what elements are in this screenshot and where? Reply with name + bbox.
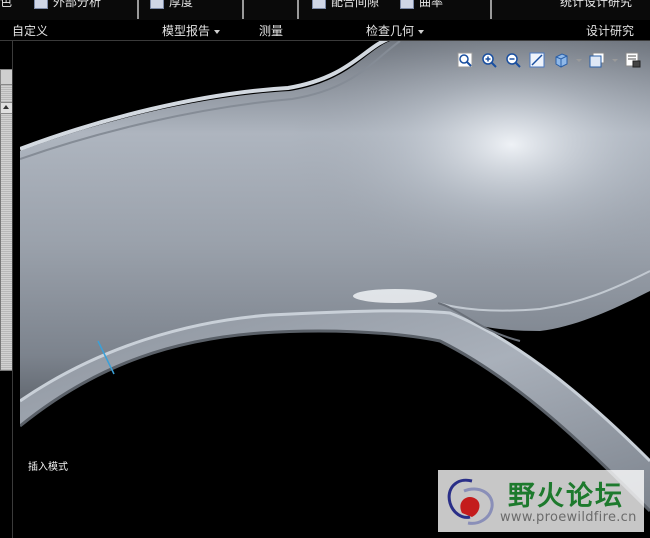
ribbon-separator <box>242 0 244 19</box>
chevron-down-icon <box>214 29 221 34</box>
chevron-down-icon <box>418 29 425 34</box>
model-render <box>20 41 650 513</box>
insert-mode-label: 插入模式 <box>28 462 68 473</box>
refit-icon[interactable] <box>456 51 474 69</box>
ribbon-separator <box>490 0 492 19</box>
panel-divider[interactable] <box>12 41 13 538</box>
analysis-icon <box>34 0 48 9</box>
ribbon-group-labels: 自定义 模型报告 测量 检查几何 设计研究 <box>0 20 650 41</box>
ribbon-item-curvature[interactable]: 曲率 <box>400 0 443 10</box>
curvature-icon <box>400 0 414 9</box>
view-toolbar <box>456 51 642 69</box>
zoom-in-icon[interactable] <box>480 51 498 69</box>
display-style-dropdown[interactable] <box>576 51 582 69</box>
saved-views-dropdown[interactable] <box>612 51 618 69</box>
ribbon-separator <box>137 0 139 19</box>
group-model-report[interactable]: 模型报告 <box>162 22 221 39</box>
repaint-icon[interactable] <box>528 51 546 69</box>
display-style-icon[interactable] <box>552 51 570 69</box>
ribbon-item-clearance[interactable]: 配合间隙 <box>312 0 379 10</box>
watermark: 野火论坛 www.proewildfire.cn <box>438 470 644 532</box>
ribbon-item-external-analysis[interactable]: 外部分析 <box>34 0 101 10</box>
clearance-icon <box>312 0 326 9</box>
saved-views-icon[interactable] <box>588 51 606 69</box>
ribbon-separator <box>297 0 299 19</box>
group-inspect-geometry[interactable]: 检查几何 <box>366 22 425 39</box>
group-measure[interactable]: 测量 <box>259 22 283 39</box>
surface-highlight <box>353 289 437 303</box>
watermark-title: 野火论坛 <box>508 481 624 512</box>
ribbon-item-color[interactable]: 色 <box>0 0 12 10</box>
view-manager-icon[interactable] <box>624 51 642 69</box>
model-tree-panel <box>0 41 20 538</box>
thickness-icon <box>150 0 164 9</box>
forum-logo <box>447 478 494 525</box>
group-design-study[interactable]: 设计研究 <box>586 22 634 39</box>
group-custom[interactable]: 自定义 <box>12 22 48 39</box>
watermark-url: www.proewildfire.cn <box>500 510 637 525</box>
zoom-out-icon[interactable] <box>504 51 522 69</box>
ribbon-top-strip: 色 外部分析 厚度 配合间隙 曲率 统计设计研究 <box>0 0 650 21</box>
ribbon-item-thickness[interactable]: 厚度 <box>150 0 193 10</box>
ribbon-item-statistical-design[interactable]: 统计设计研究 <box>560 0 632 10</box>
graphics-viewport[interactable] <box>20 41 650 538</box>
